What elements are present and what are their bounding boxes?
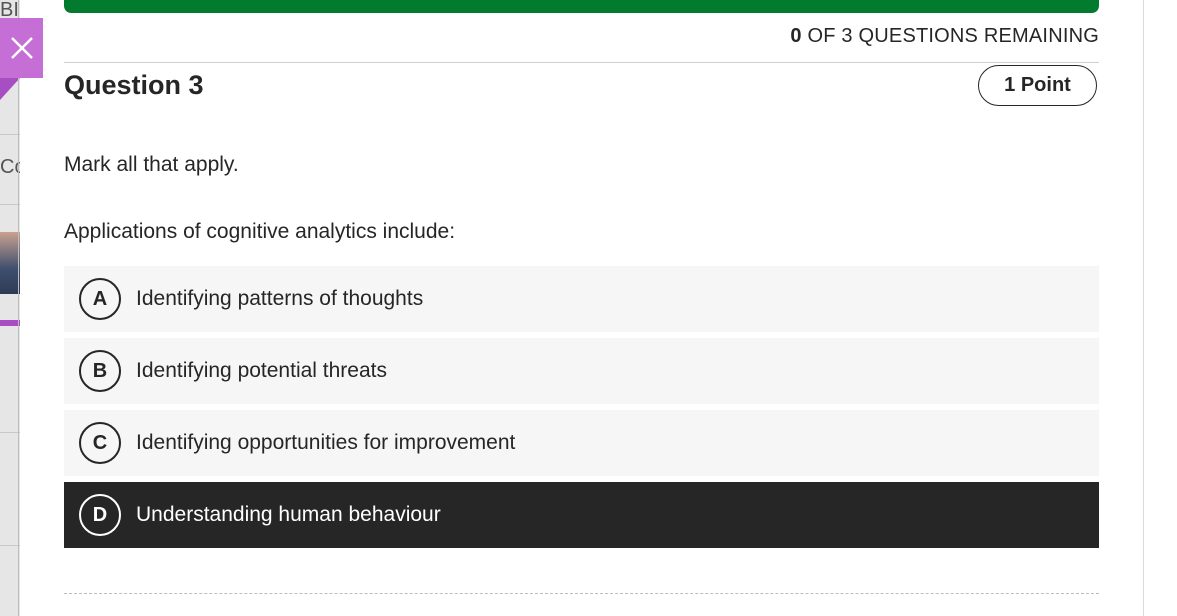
background-progress-bar (0, 320, 20, 326)
background-text-fragment: Co (0, 156, 20, 178)
close-button[interactable] (0, 18, 43, 78)
option-letter-badge: A (79, 278, 121, 320)
background-divider (0, 204, 20, 205)
background-divider (0, 545, 20, 546)
background-divider (0, 134, 20, 135)
section-divider (64, 593, 1099, 594)
background-page: BI Co (0, 0, 20, 616)
option-letter-badge: D (79, 494, 121, 536)
question-instruction: Mark all that apply. (64, 153, 239, 176)
background-divider (0, 432, 20, 433)
option-label: Identifying potential threats (136, 359, 387, 382)
option-label: Identifying patterns of thoughts (136, 287, 424, 310)
background-ribbon (0, 78, 20, 100)
option-c[interactable]: C Identifying opportunities for improvem… (64, 410, 1099, 476)
close-icon (10, 37, 33, 59)
background-avatar (0, 232, 20, 294)
question-prompt: Applications of cognitive analytics incl… (64, 220, 456, 243)
option-letter-badge: B (79, 350, 121, 392)
panel-left-edge (18, 0, 19, 616)
header-divider (64, 62, 1099, 63)
questions-remaining: 0 OF 3 QUESTIONS REMAINING (790, 25, 1099, 48)
question-title: Question 3 (64, 70, 204, 100)
points-badge: 1 Point (978, 65, 1097, 106)
remaining-label: OF 3 QUESTIONS REMAINING (801, 25, 1099, 47)
background-text-fragment: BI (0, 0, 19, 18)
option-label: Identifying opportunities for improvemen… (136, 431, 516, 454)
panel-right-edge (1143, 0, 1144, 616)
option-d[interactable]: D Understanding human behaviour (64, 482, 1099, 548)
option-label: Understanding human behaviour (136, 503, 441, 526)
option-b[interactable]: B Identifying potential threats (64, 338, 1099, 404)
remaining-count: 0 (790, 25, 802, 47)
option-a[interactable]: A Identifying patterns of thoughts (64, 266, 1099, 332)
answer-options: A Identifying patterns of thoughts B Ide… (64, 266, 1099, 554)
quiz-progress-fill (64, 0, 1099, 13)
option-letter-badge: C (79, 422, 121, 464)
quiz-progress-bar (64, 0, 1099, 13)
